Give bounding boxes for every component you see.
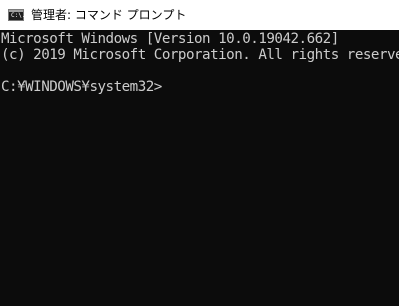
cmd-icon-prompt: C:\. — [11, 12, 26, 19]
command-prompt-window: C:\. 管理者: コマンド プロンプト Microsoft Windows [… — [0, 0, 399, 306]
cmd-icon[interactable]: C:\. — [8, 9, 26, 21]
console-area[interactable]: Microsoft Windows [Version 10.0.19042.66… — [0, 30, 399, 306]
console-line-copyright: (c) 2019 Microsoft Corporation. All righ… — [1, 47, 399, 63]
console-line-version: Microsoft Windows [Version 10.0.19042.66… — [1, 31, 339, 47]
console-prompt[interactable]: C:¥WINDOWS¥system32> — [1, 79, 162, 95]
title-bar[interactable]: C:\. 管理者: コマンド プロンプト — [0, 0, 399, 30]
window-title: 管理者: コマンド プロンプト — [31, 8, 187, 22]
